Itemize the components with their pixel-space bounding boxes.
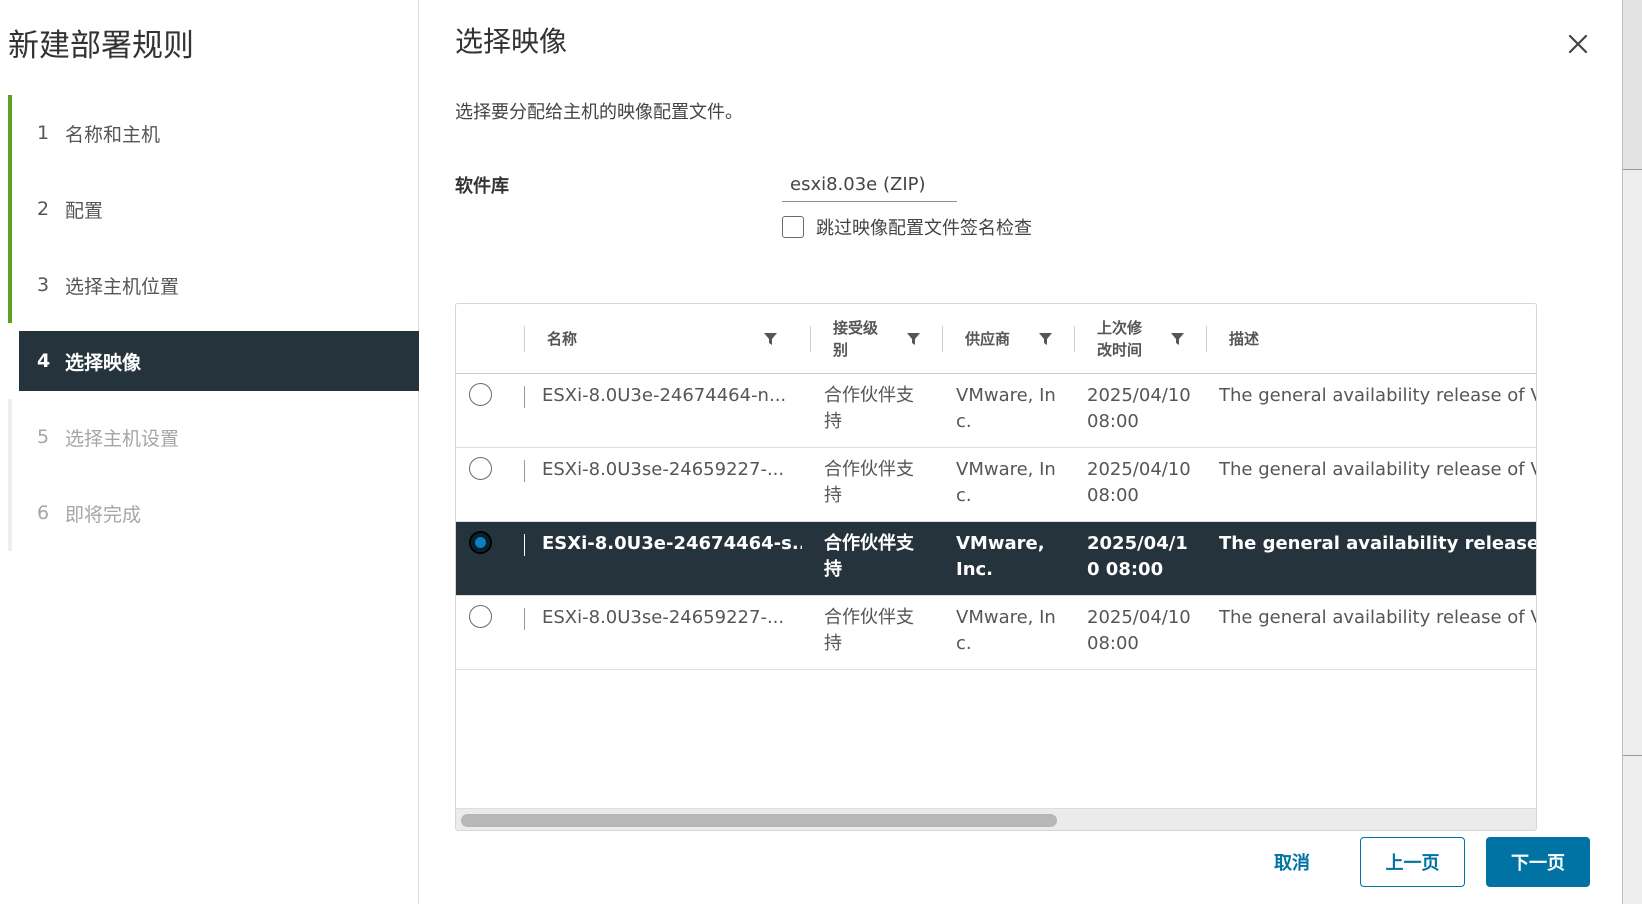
row-radio[interactable] [469,605,492,628]
column-label: 上次修 改时间 [1097,319,1143,359]
wizard-step-2[interactable]: 2 配置 [8,171,419,247]
row-radio[interactable] [469,383,492,406]
wizard-step-4[interactable]: 4 选择映像 [19,331,419,391]
cell-acceptance: 合作伙伴支持 [824,459,914,506]
cell-acceptance: 合作伙伴支持 [824,385,914,432]
cell-acceptance: 合作伙伴支持 [824,533,914,580]
cancel-button[interactable]: 取消 [1237,837,1347,887]
wizard-step-5: 5 选择主机设置 [8,399,419,475]
wizard-title: 新建部署规则 [8,28,194,64]
cell-vendor: VMware, Inc. [956,533,1045,580]
column-label: 供应商 [965,330,1011,348]
close-icon[interactable] [1564,30,1592,58]
column-header-description[interactable]: 描述 [1206,304,1536,374]
skip-signature-checkbox[interactable] [782,216,804,238]
wizard-step-1[interactable]: 1 名称和主机 [8,95,419,171]
skip-signature-check[interactable]: 跳过映像配置文件签名检查 [782,214,1032,240]
cell-name: ESXi-8.0U3se-24659227-... [542,607,785,628]
page-description: 选择要分配给主机的映像配置文件。 [455,102,743,123]
cell-name: ESXi-8.0U3se-24659227-... [542,459,785,480]
cell-description: The general availability release of V [1219,459,1537,480]
cell-vendor: VMware, Inc. [956,385,1056,432]
step-number: 2 [37,198,50,220]
repo-label: 软件库 [455,176,509,197]
cell-name: ESXi-8.0U3e-24674464-s... [542,533,802,554]
cell-name: ESXi-8.0U3e-24674464-n... [542,385,787,406]
main-panel: 选择映像 选择要分配给主机的映像配置文件。 软件库 esxi8.03e (ZIP… [420,0,1622,904]
image-profile-grid: 名称 接受级 别 供应商 上次修 改时间 描述 ESXi-8.0U3e-2467… [455,303,1537,831]
step-number: 5 [37,426,50,448]
wizard-step-3[interactable]: 3 选择主机位置 [8,247,419,323]
step-label: 选择主机设置 [65,427,180,450]
filter-icon[interactable] [1171,333,1184,345]
step-number: 1 [37,122,50,144]
step-label: 选择映像 [65,351,142,374]
step-number: 3 [37,274,50,296]
wizard-sidebar: 新建部署规则 1 名称和主机 2 配置 3 选择主机位置 4 选择映像 5 选择… [0,0,419,904]
repo-select[interactable]: esxi8.03e (ZIP) [782,168,957,202]
row-radio[interactable] [469,457,492,480]
column-header-acceptance[interactable]: 接受级 别 [810,304,942,374]
column-header-name[interactable]: 名称 [524,304,810,374]
step-label: 即将完成 [65,503,142,526]
step-label: 配置 [65,199,104,222]
filter-icon[interactable] [764,333,777,345]
page-title: 选择映像 [455,25,568,58]
table-row[interactable]: ESXi-8.0U3se-24659227-... 合作伙伴支持 VMware,… [456,448,1536,522]
skip-signature-label: 跳过映像配置文件签名检查 [816,218,1032,239]
table-row-selected[interactable]: ESXi-8.0U3e-24674464-s... 合作伙伴支持 VMware,… [456,522,1536,596]
cell-vendor: VMware, Inc. [956,607,1056,654]
cell-vendor: VMware, Inc. [956,459,1056,506]
table-row[interactable]: ESXi-8.0U3e-24674464-n... 合作伙伴支持 VMware,… [456,374,1536,448]
column-label: 描述 [1229,330,1260,348]
table-row[interactable]: ESXi-8.0U3se-24659227-... 合作伙伴支持 VMware,… [456,596,1536,670]
scrollbar-thumb[interactable] [461,814,1057,827]
wizard-steps: 1 名称和主机 2 配置 3 选择主机位置 4 选择映像 5 选择主机设置 6 … [8,95,419,551]
step-number: 6 [37,502,50,524]
cell-description: The general availability release of V [1219,607,1537,628]
wizard-step-6: 6 即将完成 [8,475,419,551]
column-header-modified[interactable]: 上次修 改时间 [1074,304,1206,374]
cell-description: The general availability release of V [1219,385,1537,406]
horizontal-scrollbar[interactable] [456,808,1536,830]
filter-icon[interactable] [907,333,920,345]
filter-icon[interactable] [1039,333,1052,345]
previous-button[interactable]: 上一页 [1360,837,1465,887]
step-label: 选择主机位置 [65,275,180,298]
cell-description: The general availability release of V [1219,533,1537,554]
step-number: 4 [37,350,51,372]
background-window-edge [1622,0,1642,904]
grid-header: 名称 接受级 别 供应商 上次修 改时间 描述 [456,304,1536,374]
cell-modified: 2025/04/10 08:00 [1087,459,1191,506]
cell-modified: 2025/04/10 08:00 [1087,385,1191,432]
next-button[interactable]: 下一页 [1486,837,1590,887]
row-radio-selected[interactable] [469,531,492,554]
cell-acceptance: 合作伙伴支持 [824,607,914,654]
column-label: 接受级 别 [833,319,879,359]
column-header-vendor[interactable]: 供应商 [942,304,1074,374]
column-label: 名称 [547,330,578,348]
step-label: 名称和主机 [65,123,161,146]
cell-modified: 2025/04/10 08:00 [1087,607,1191,654]
cell-modified: 2025/04/10 08:00 [1087,533,1188,580]
